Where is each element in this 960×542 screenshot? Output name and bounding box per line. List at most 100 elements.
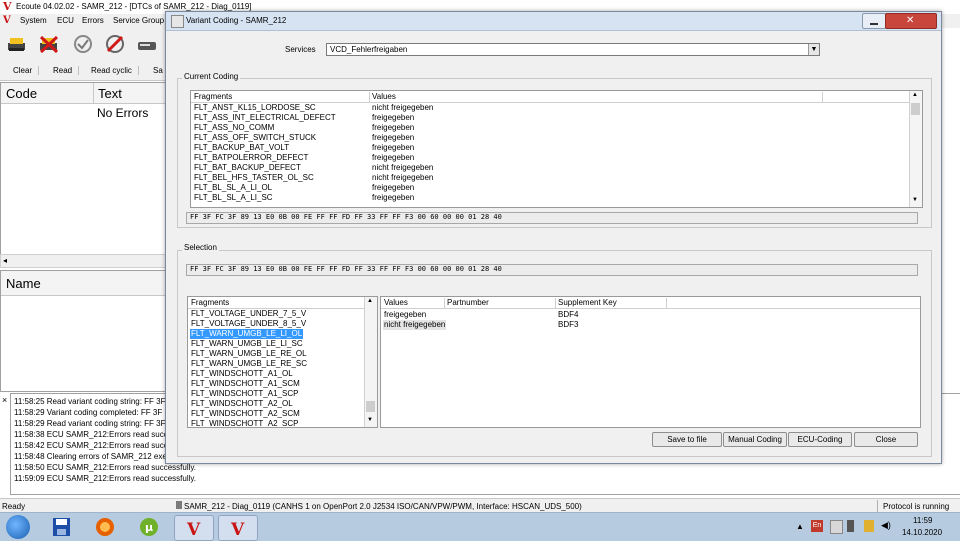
fragment-item[interactable]: FLT_WINDSCHOTT_A1_OL bbox=[190, 369, 294, 379]
dialog-title: Variant Coding - SAMR_212 bbox=[186, 16, 287, 25]
value-cell[interactable]: freigegeben bbox=[372, 123, 414, 133]
value-cell[interactable]: freigegeben bbox=[372, 133, 414, 143]
value-cell[interactable]: nicht freigegeben bbox=[372, 163, 433, 173]
manual-coding-button[interactable]: Manual Coding bbox=[723, 432, 787, 447]
column-partnumber[interactable]: Partnumber bbox=[444, 298, 556, 308]
network-icon[interactable] bbox=[864, 520, 874, 532]
scroll-thumb[interactable] bbox=[366, 401, 375, 412]
fragment-cell[interactable]: FLT_BEL_HFS_TASTER_OL_SC bbox=[194, 173, 314, 183]
menu-ecu[interactable]: ECU bbox=[57, 16, 74, 25]
ecoute-app-icon[interactable]: V bbox=[218, 515, 258, 541]
menu-errors[interactable]: Errors bbox=[82, 16, 104, 25]
option-value[interactable]: freigegeben bbox=[384, 310, 426, 320]
disconnect-tool-icon[interactable] bbox=[38, 34, 60, 54]
log-line: 11:59:09 ECU SAMR_212:Errors read succes… bbox=[14, 474, 197, 483]
value-cell[interactable]: freigegeben bbox=[372, 143, 414, 153]
services-selected-value: VCD_Fehlerfreigaben bbox=[330, 45, 408, 54]
fragment-item[interactable]: FLT_VOLTAGE_UNDER_8_5_V bbox=[190, 319, 307, 329]
fragments-scrollbar[interactable]: ▲ ▼ bbox=[364, 297, 377, 427]
column-code[interactable]: Code bbox=[6, 86, 37, 101]
battery-icon[interactable] bbox=[847, 520, 854, 532]
fragment-item[interactable]: FLT_WINDSCHOTT_A2_OL bbox=[190, 399, 294, 409]
utorrent-app-icon[interactable]: μ bbox=[130, 515, 168, 539]
fragment-cell[interactable]: FLT_ASS_INT_ELECTRICAL_DEFECT bbox=[194, 113, 336, 123]
fragment-item[interactable]: FLT_WARN_UMGB_LE_RE_OL bbox=[190, 349, 308, 359]
value-options-list: Values Partnumber Supplement Key freigeg… bbox=[380, 296, 921, 428]
volume-icon[interactable]: ◀) bbox=[881, 520, 891, 531]
system-menu-icon[interactable]: V bbox=[3, 15, 15, 27]
firefox-app-icon[interactable] bbox=[86, 515, 124, 539]
clock-date[interactable]: 14.10.2020 bbox=[902, 528, 942, 537]
chevron-down-icon[interactable]: ▼ bbox=[808, 44, 819, 55]
services-select[interactable]: VCD_Fehlerfreigaben ▼ bbox=[326, 43, 820, 56]
fragment-cell[interactable]: FLT_BATPOLERROR_DEFECT bbox=[194, 153, 308, 163]
fragment-item[interactable]: FLT_VOLTAGE_UNDER_7_5_V bbox=[190, 309, 307, 319]
clear-button[interactable]: Clear bbox=[13, 66, 40, 75]
column-name[interactable]: Name bbox=[6, 276, 41, 291]
scroll-down-icon[interactable]: ▼ bbox=[912, 197, 918, 203]
errors-horizontal-scrollbar[interactable]: ◂ bbox=[0, 254, 172, 268]
fragment-item[interactable]: FLT_WINDSCHOTT_A1_SCP bbox=[190, 389, 299, 399]
fragment-cell[interactable]: FLT_ASS_NO_COMM bbox=[194, 123, 274, 133]
column-text[interactable]: Text bbox=[98, 86, 122, 101]
scroll-up-icon[interactable]: ▲ bbox=[367, 298, 373, 304]
value-cell[interactable]: freigegeben bbox=[372, 113, 414, 123]
column-supplement-key[interactable]: Supplement Key bbox=[555, 298, 667, 308]
value-cell[interactable]: freigegeben bbox=[372, 193, 414, 203]
toolbar bbox=[0, 28, 170, 62]
clock-time[interactable]: 11:59 bbox=[913, 516, 932, 525]
fragment-cell[interactable]: FLT_ASS_OFF_SWITCH_STUCK bbox=[194, 133, 316, 143]
fragment-item[interactable]: FLT_WARN_UMGB_LE_RE_SC bbox=[190, 359, 308, 369]
close-window-button[interactable]: ✕ bbox=[885, 13, 937, 29]
value-cell[interactable]: nicht freigegeben bbox=[372, 103, 433, 113]
log-line: 11:58:29 Read variant coding string: FF … bbox=[14, 419, 166, 428]
read-button[interactable]: Read bbox=[53, 66, 80, 75]
action-center-icon[interactable] bbox=[830, 520, 843, 534]
value-cell[interactable]: freigegeben bbox=[372, 153, 414, 163]
menu-service-group[interactable]: Service Group bbox=[113, 16, 164, 25]
column-fragments[interactable]: Fragments bbox=[188, 298, 366, 308]
start-button-icon[interactable] bbox=[6, 515, 30, 539]
ecu-coding-button[interactable]: ECU-Coding bbox=[788, 432, 852, 447]
column-values[interactable]: Values bbox=[369, 92, 823, 102]
read-cyclic-button[interactable]: Read cyclic bbox=[91, 66, 139, 75]
fragment-cell[interactable]: FLT_BL_SL_A_LI_SC bbox=[194, 193, 273, 203]
column-fragments[interactable]: Fragments bbox=[191, 92, 370, 102]
fragments-rows: FLT_VOLTAGE_UNDER_7_5_V FLT_VOLTAGE_UNDE… bbox=[188, 309, 364, 427]
scroll-left-icon[interactable]: ◂ bbox=[3, 256, 7, 265]
connect-tool-icon[interactable] bbox=[6, 34, 28, 54]
vediamo-app-icon[interactable]: V bbox=[174, 515, 214, 541]
tray-expand-icon[interactable]: ▲ bbox=[796, 522, 804, 531]
option-supplement[interactable]: BDF4 bbox=[558, 310, 578, 320]
fragment-cell[interactable]: FLT_ANST_KL15_LORDOSE_SC bbox=[194, 103, 316, 113]
value-cell[interactable]: freigegeben bbox=[372, 183, 414, 193]
fragment-cell[interactable]: FLT_BL_SL_A_LI_OL bbox=[194, 183, 272, 193]
drive-icon[interactable] bbox=[136, 34, 158, 54]
minimize-button[interactable] bbox=[862, 13, 886, 29]
fragment-item[interactable]: FLT_WINDSCHOTT_A1_SCM bbox=[190, 379, 301, 389]
column-values[interactable]: Values bbox=[381, 298, 445, 308]
clear-errors-icon[interactable] bbox=[104, 34, 126, 54]
scroll-down-icon[interactable]: ▼ bbox=[367, 417, 373, 423]
value-cell[interactable]: nicht freigegeben bbox=[372, 173, 433, 183]
close-button[interactable]: Close bbox=[854, 432, 918, 447]
save-to-file-button[interactable]: Save to file bbox=[652, 432, 722, 447]
save-disk-app-icon[interactable] bbox=[42, 515, 80, 539]
check-icon[interactable] bbox=[72, 34, 94, 54]
option-value-highlighted[interactable]: nicht freigegeben bbox=[383, 320, 447, 330]
fragment-cell[interactable]: FLT_BAT_BACKUP_DEFECT bbox=[194, 163, 301, 173]
scroll-thumb[interactable] bbox=[911, 103, 920, 115]
current-coding-header: Fragments Values bbox=[191, 91, 909, 103]
fragment-item[interactable]: FLT_WINDSCHOTT_A2_SCM bbox=[190, 409, 301, 419]
close-log-icon[interactable]: × bbox=[2, 395, 7, 405]
menu-system[interactable]: System bbox=[20, 16, 47, 25]
fragment-item-selected[interactable]: FLT_WARN_UMGB_LE_LI_OL bbox=[190, 329, 304, 339]
log-line: 11:58:48 Clearing errors of SAMR_212 exe bbox=[14, 452, 167, 461]
fragment-cell[interactable]: FLT_BACKUP_BAT_VOLT bbox=[194, 143, 289, 153]
language-indicator[interactable]: En bbox=[811, 520, 823, 532]
option-supplement[interactable]: BDF3 bbox=[558, 320, 578, 330]
fragment-item[interactable]: FLT_WARN_UMGB_LE_LI_SC bbox=[190, 339, 304, 349]
current-coding-scrollbar[interactable]: ▲ ▼ bbox=[909, 91, 922, 207]
scroll-up-icon[interactable]: ▲ bbox=[912, 92, 918, 98]
fragment-item[interactable]: FLT_WINDSCHOTT_A2_SCP bbox=[190, 419, 299, 427]
